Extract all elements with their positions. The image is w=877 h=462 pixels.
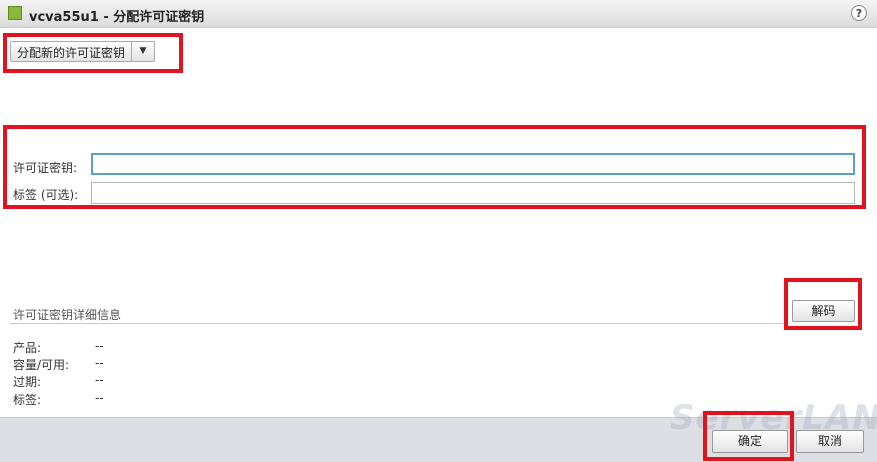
detail-value-product: -- [95,339,104,353]
highlight-box-assign [3,33,183,73]
help-icon[interactable]: ? [851,5,867,21]
detail-value-tag: -- [95,391,104,405]
highlight-box-form [3,125,866,209]
detail-label-expires: 过期: [13,375,42,389]
highlight-box-decode [784,278,862,330]
detail-value-expires: -- [95,373,104,387]
window-title: vcva55u1 - 分配许可证密钥 [29,10,205,25]
highlight-box-ok [703,411,794,461]
title-bar: vcva55u1 - 分配许可证密钥 ? [0,0,877,28]
license-details-header: 许可证密钥详细信息 [13,308,122,322]
detail-label-capacity: 容量/可用: [13,358,70,372]
detail-label-tag: 标签: [13,393,42,407]
cancel-button[interactable]: 取消 [796,430,864,453]
details-divider [10,323,788,324]
detail-value-capacity: -- [95,356,104,370]
detail-label-product: 产品: [13,341,42,355]
vm-icon [8,6,22,20]
